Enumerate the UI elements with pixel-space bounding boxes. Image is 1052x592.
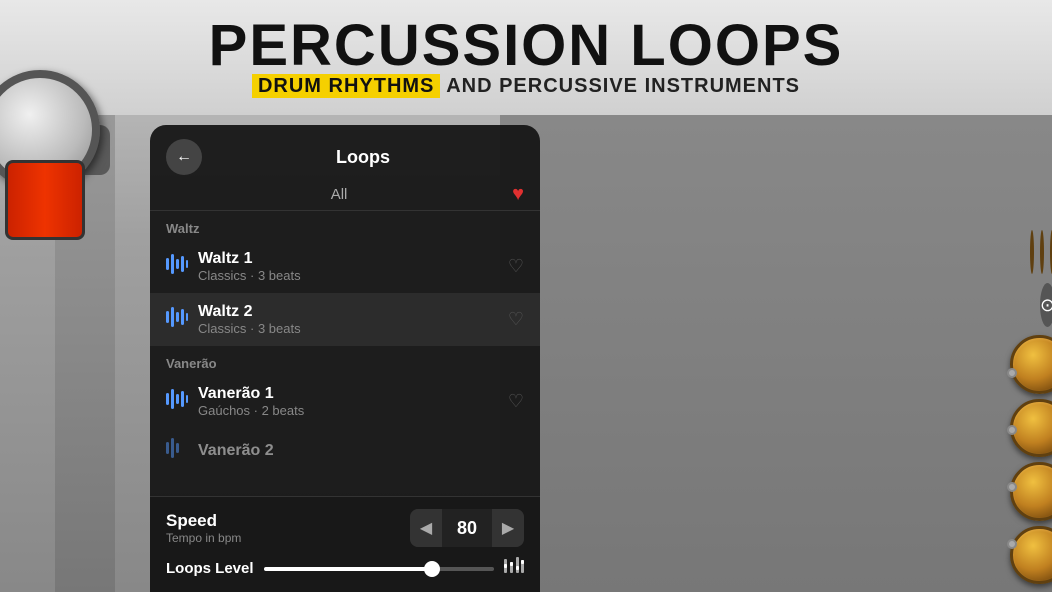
wave-icon-vanerao-2 bbox=[166, 438, 188, 463]
speed-sublabel: Tempo in bpm bbox=[166, 531, 410, 545]
loop-desc-vanerao-1: Gaúchos · 2 beats bbox=[198, 403, 498, 418]
screw-1 bbox=[1007, 368, 1017, 378]
drum-background: PERCUSSION LOOPS DRUM RHYTHMS AND PERCUS… bbox=[0, 0, 1052, 592]
speed-label-group: Speed Tempo in bpm bbox=[166, 511, 410, 545]
loop-desc-waltz-1: Classics · 3 beats bbox=[198, 268, 498, 283]
knob-2[interactable] bbox=[1040, 230, 1044, 274]
loops-list: Waltz Waltz 1 Classics · 3 beats ♡ bbox=[150, 211, 540, 496]
drum-pads-area: ⊙ ▤ ✏ ♩ 🎧 ⚙ bbox=[500, 115, 1052, 592]
section-label-waltz: Waltz bbox=[150, 211, 540, 240]
heart-waltz-2[interactable]: ♡ bbox=[508, 309, 524, 330]
speed-row: Speed Tempo in bpm ◀ 80 ▶ bbox=[166, 509, 524, 547]
screw-3 bbox=[1007, 482, 1017, 492]
wave-icon-waltz-1 bbox=[166, 254, 188, 279]
panel-title: Loops bbox=[202, 147, 524, 168]
loop-info-vanerao-2: Vanerão 2 bbox=[198, 442, 524, 460]
wave-icon-vanerao-1 bbox=[166, 389, 188, 414]
section-label-vanerao: Vanerão bbox=[150, 346, 540, 375]
loop-name-vanerao-2: Vanerão 2 bbox=[198, 442, 524, 460]
bpm-increase-button[interactable]: ▶ bbox=[492, 509, 524, 547]
tabs-row: All ♥ bbox=[150, 175, 540, 211]
speed-label: Speed bbox=[166, 511, 410, 531]
tab-all[interactable]: All bbox=[166, 186, 512, 203]
screw-2 bbox=[1007, 425, 1017, 435]
loop-name-vanerao-1: Vanerão 1 bbox=[198, 385, 498, 403]
screws-column bbox=[1005, 345, 1019, 572]
bpm-decrease-button[interactable]: ◀ bbox=[410, 509, 442, 547]
banner-subtitle-highlight: DRUM RHYTHMS bbox=[252, 74, 440, 98]
banner-title: PERCUSSION LOOPS bbox=[209, 17, 844, 75]
bpm-value: 80 bbox=[442, 514, 492, 543]
loop-name-waltz-1: Waltz 1 bbox=[198, 250, 498, 268]
level-row: Loops Level bbox=[166, 557, 524, 580]
bottom-controls: Speed Tempo in bpm ◀ 80 ▶ Loops Level bbox=[150, 496, 540, 592]
loop-info-waltz-1: Waltz 1 Classics · 3 beats bbox=[198, 250, 498, 283]
wave-icon-waltz-2 bbox=[166, 307, 188, 332]
bpm-control: ◀ 80 ▶ bbox=[410, 509, 524, 547]
level-slider[interactable] bbox=[264, 567, 494, 571]
heart-vanerao-1[interactable]: ♡ bbox=[508, 391, 524, 412]
banner-subtitle-rest: AND PERCUSSIVE INSTRUMENTS bbox=[440, 75, 800, 97]
loop-item-waltz-2[interactable]: Waltz 2 Classics · 3 beats ♡ bbox=[150, 293, 540, 346]
screw-4 bbox=[1007, 539, 1017, 549]
top-banner: PERCUSSION LOOPS DRUM RHYTHMS AND PERCUS… bbox=[0, 0, 1052, 115]
drum-body bbox=[5, 160, 85, 240]
loop-info-waltz-2: Waltz 2 Classics · 3 beats bbox=[198, 303, 498, 336]
loops-panel: ← Loops All ♥ Waltz bbox=[150, 125, 540, 592]
loop-item-vanerao-1[interactable]: Vanerão 1 Gaúchos · 2 beats ♡ bbox=[150, 375, 540, 428]
favorites-heart-icon[interactable]: ♥ bbox=[512, 183, 524, 206]
drum-image bbox=[0, 60, 150, 260]
banner-subtitle: DRUM RHYTHMS AND PERCUSSIVE INSTRUMENTS bbox=[252, 75, 800, 98]
eq-icon[interactable] bbox=[504, 557, 524, 580]
loop-name-waltz-2: Waltz 2 bbox=[198, 303, 498, 321]
panel-header: ← Loops bbox=[150, 125, 540, 175]
loop-info-vanerao-1: Vanerão 1 Gaúchos · 2 beats bbox=[198, 385, 498, 418]
back-button[interactable]: ← bbox=[166, 139, 202, 175]
toolbar-loop-icon[interactable]: ⊙ bbox=[1040, 283, 1052, 327]
loop-item-vanerao-2[interactable]: Vanerão 2 bbox=[150, 428, 540, 473]
loop-item-waltz-1[interactable]: Waltz 1 Classics · 3 beats ♡ bbox=[150, 240, 540, 293]
level-label: Loops Level bbox=[166, 560, 254, 577]
loop-desc-waltz-2: Classics · 3 beats bbox=[198, 321, 498, 336]
knob-1[interactable] bbox=[1030, 230, 1034, 274]
level-slider-wrap bbox=[264, 567, 494, 571]
heart-waltz-1[interactable]: ♡ bbox=[508, 256, 524, 277]
